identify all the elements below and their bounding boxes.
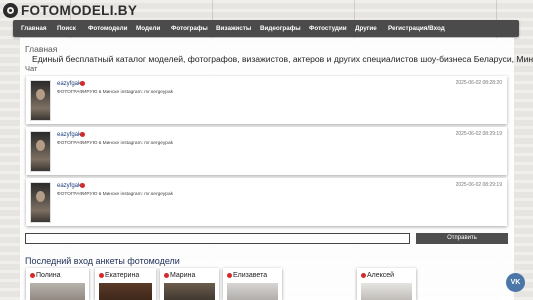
- message-username[interactable]: eazyfgak: [57, 81, 81, 87]
- message-username[interactable]: eazyfgak: [57, 183, 81, 189]
- online-status-icon: [80, 132, 85, 137]
- model-photo[interactable]: [164, 283, 215, 300]
- nav-item-photographers[interactable]: Фотографы: [171, 25, 208, 32]
- message-text: ФОТОГРАФИРУЮ в Минске instagram: mr.serg…: [57, 90, 174, 95]
- model-photo[interactable]: [227, 283, 278, 300]
- recent-models-title: Последний вход анкеты фотомодели: [25, 256, 180, 266]
- model-card[interactable]: Алексей: [357, 268, 416, 300]
- nav-item-home[interactable]: Главная: [21, 25, 47, 32]
- model-card[interactable]: Полина: [26, 268, 89, 300]
- model-name[interactable]: Марина: [170, 272, 195, 279]
- online-status-icon: [99, 273, 104, 278]
- logo-text: FOTOMODELI.BY: [21, 2, 138, 18]
- message-username[interactable]: eazyfgak: [57, 132, 81, 138]
- online-status-icon: [30, 273, 35, 278]
- main-nav: Главная Поиск Фотомодели Модели Фотограф…: [13, 20, 519, 37]
- model-photo[interactable]: [361, 283, 412, 300]
- nav-item-photomodels[interactable]: Фотомодели: [88, 25, 128, 32]
- model-photo[interactable]: [30, 283, 85, 300]
- breadcrumb[interactable]: Главная: [25, 44, 57, 54]
- online-status-icon: [80, 81, 85, 86]
- site-header: FOTOMODELI.BY: [0, 0, 533, 20]
- model-card[interactable]: Елизавета: [223, 268, 282, 300]
- model-name[interactable]: Екатерина: [105, 272, 139, 279]
- chat-message-input[interactable]: [25, 233, 410, 244]
- nav-item-register-login[interactable]: Регистрация/Вход: [388, 25, 445, 32]
- nav-item-models[interactable]: Модели: [136, 25, 160, 32]
- nav-item-others[interactable]: Другие: [355, 25, 377, 32]
- chat-message: eazyfgak ФОТОГРАФИРУЮ в Минске instagram…: [26, 127, 507, 175]
- vk-share-button[interactable]: VK: [506, 273, 525, 292]
- nav-item-search[interactable]: Поиск: [57, 25, 76, 32]
- camera-lens-icon: [3, 2, 18, 18]
- chat-message: eazyfgak ФОТОГРАФИРУЮ в Минске instagram…: [26, 76, 507, 124]
- online-status-icon: [80, 183, 85, 188]
- message-text: ФОТОГРАФИРУЮ в Минске instagram: mr.serg…: [57, 192, 174, 197]
- nav-item-videographers[interactable]: Видеографы: [260, 25, 301, 32]
- online-status-icon: [164, 273, 169, 278]
- model-card[interactable]: Екатерина: [95, 268, 156, 300]
- message-time: 2025-06-02 08:29:19: [455, 182, 502, 188]
- page-tagline: Единый бесплатный каталог моделей, фотог…: [32, 54, 533, 64]
- model-photo[interactable]: [99, 283, 152, 300]
- nav-item-makeup-artists[interactable]: Визажисты: [216, 25, 251, 32]
- model-name[interactable]: Алексей: [367, 272, 394, 279]
- chat-title: Чат: [25, 64, 38, 73]
- send-button[interactable]: Отправить: [416, 233, 508, 244]
- model-name[interactable]: Елизавета: [233, 272, 267, 279]
- model-name[interactable]: Полина: [36, 272, 61, 279]
- online-status-icon: [361, 273, 366, 278]
- site-logo[interactable]: FOTOMODELI.BY: [3, 2, 137, 18]
- user-avatar[interactable]: [30, 80, 51, 121]
- user-avatar[interactable]: [30, 131, 51, 172]
- online-status-icon: [227, 273, 232, 278]
- user-avatar[interactable]: [30, 182, 51, 223]
- nav-item-photostudios[interactable]: Фотостудии: [309, 25, 347, 32]
- message-text: ФОТОГРАФИРУЮ в Минске instagram: mr.serg…: [57, 141, 174, 146]
- message-time: 2025-06-02 08:28:20: [455, 80, 502, 86]
- model-card[interactable]: Марина: [160, 268, 219, 300]
- message-time: 2025-06-02 08:29:19: [455, 131, 502, 137]
- chat-message: eazyfgak ФОТОГРАФИРУЮ в Минске instagram…: [26, 178, 507, 226]
